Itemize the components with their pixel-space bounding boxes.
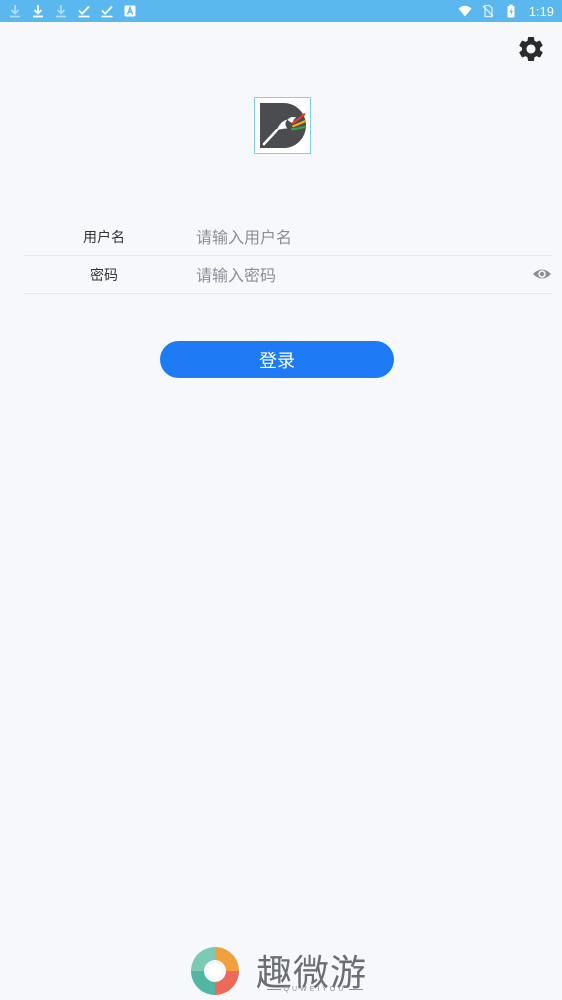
check-icon xyxy=(100,4,114,18)
show-password-toggle[interactable] xyxy=(532,266,552,282)
status-bar: 1:19 xyxy=(0,0,562,22)
brand-logo xyxy=(188,944,242,998)
no-sim-icon xyxy=(481,4,495,18)
app-logo xyxy=(254,97,311,154)
wifi-icon xyxy=(458,4,472,18)
username-label: 用户名 xyxy=(83,230,125,246)
username-row: 用户名 xyxy=(24,218,552,256)
username-input[interactable] xyxy=(196,222,496,252)
check-icon xyxy=(77,4,91,18)
password-row: 密码 xyxy=(24,256,552,294)
download-icon xyxy=(31,4,45,18)
download-icon xyxy=(8,4,22,18)
battery-icon xyxy=(504,4,518,18)
password-label: 密码 xyxy=(90,268,118,284)
app-icon xyxy=(123,4,137,18)
clock: 1:19 xyxy=(528,3,554,19)
gear-icon xyxy=(519,37,543,61)
login-button[interactable]: 登录 xyxy=(160,341,394,378)
password-input[interactable] xyxy=(196,260,496,290)
notification-icons xyxy=(8,4,137,18)
brand-watermark: 趣微游 QUWEIYOU xyxy=(188,944,378,996)
settings-button[interactable] xyxy=(516,34,546,64)
eye-icon xyxy=(533,269,551,279)
download-icon xyxy=(54,4,68,18)
system-icons: 1:19 xyxy=(458,4,554,19)
brand-subtitle: QUWEIYOU xyxy=(260,986,370,993)
